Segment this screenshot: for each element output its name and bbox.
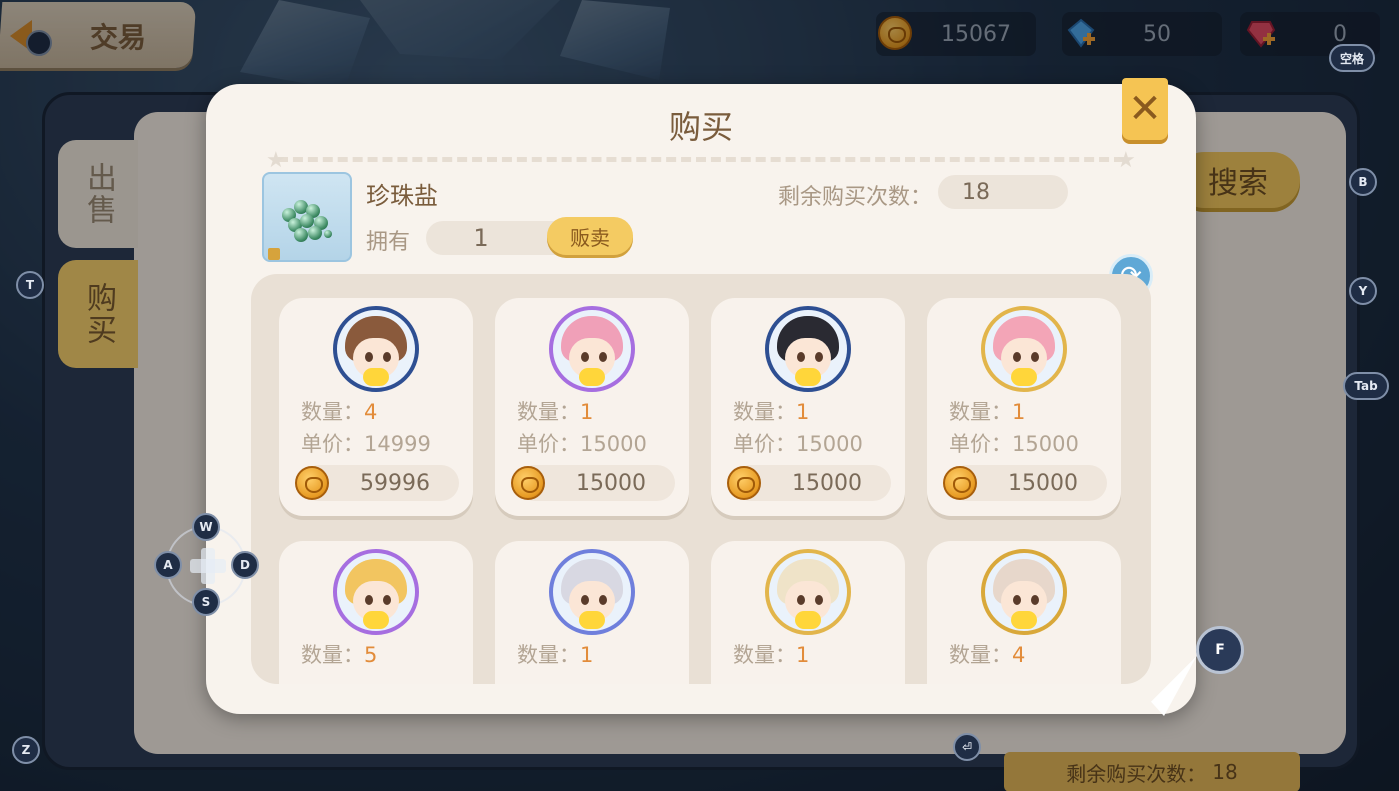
listing-card[interactable]: 数量：1 单价：15000 15000 — [495, 298, 689, 516]
quantity-text: 数量：1 — [517, 643, 594, 667]
quantity-text: 数量：4 — [301, 400, 378, 424]
coin-icon — [295, 466, 329, 500]
unit-price-text: 单价：15000 — [517, 432, 647, 456]
key-hint-d: D — [231, 551, 259, 579]
key-hint-w: W — [192, 513, 220, 541]
quantity-text: 数量：1 — [733, 643, 810, 667]
remaining-purchases-label: 剩余购买次数： — [778, 185, 933, 210]
sell-button[interactable]: 贩卖 — [547, 217, 633, 255]
seller-avatar — [333, 306, 419, 392]
key-hint-a: A — [154, 551, 182, 579]
buy-modal: 购买 ✕ ★ ★ 珍珠盐 拥有 1 贩卖 剩余购买次数： 18 ⟳ 数量：4 单… — [206, 78, 1196, 714]
key-hint-b: B — [1349, 168, 1377, 196]
listing-card[interactable]: 数量：1 — [495, 541, 689, 684]
item-name: 珍珠盐 — [366, 182, 438, 210]
listing-card[interactable]: 数量：1 — [711, 541, 905, 684]
coin-icon — [943, 466, 977, 500]
seller-avatar — [765, 306, 851, 392]
seller-avatar — [765, 549, 851, 635]
listing-card[interactable]: 数量：1 单价：15000 15000 — [711, 298, 905, 516]
star-icon: ★ — [1116, 148, 1136, 173]
divider — [278, 157, 1124, 162]
rarity-star-icon — [268, 248, 280, 260]
close-button[interactable]: ✕ — [1122, 78, 1168, 140]
listing-card[interactable]: 数量：1 单价：15000 15000 — [927, 298, 1121, 516]
key-hint-enter: ⏎ — [953, 733, 981, 761]
quantity-text: 数量：1 — [517, 400, 594, 424]
key-hint-t: T — [16, 271, 44, 299]
dpad-cross-icon — [201, 548, 215, 584]
key-hint-tab: Tab — [1343, 372, 1389, 400]
seller-avatar — [549, 549, 635, 635]
owned-label: 拥有 — [366, 230, 411, 255]
key-hint-z: Z — [12, 736, 40, 764]
quantity-text: 数量：5 — [301, 643, 378, 667]
unit-price-text: 单价：15000 — [949, 432, 1079, 456]
seller-avatar — [333, 549, 419, 635]
listing-card[interactable]: 数量：5 — [279, 541, 473, 684]
quantity-text: 数量：1 — [733, 400, 810, 424]
modal-title: 购买 — [668, 108, 733, 146]
listings-grid[interactable]: 数量：4 单价：14999 59996 数量：1 单价：15000 15000 … — [251, 274, 1151, 684]
seller-avatar — [981, 306, 1067, 392]
quantity-text: 数量：1 — [949, 400, 1026, 424]
coin-icon — [727, 466, 761, 500]
remaining-purchases-value: 18 — [938, 175, 1068, 209]
key-hint-s: S — [192, 588, 220, 616]
coin-icon — [511, 466, 545, 500]
quantity-text: 数量：4 — [949, 643, 1026, 667]
key-hint-f[interactable]: F — [1196, 626, 1244, 674]
listing-card[interactable]: 数量：4 — [927, 541, 1121, 684]
key-hint-y: Y — [1349, 277, 1377, 305]
seller-avatar — [981, 549, 1067, 635]
unit-price-text: 单价：15000 — [733, 432, 863, 456]
key-hint-space: 空格 — [1329, 44, 1375, 72]
close-icon: ✕ — [1128, 86, 1162, 132]
unit-price-text: 单价：14999 — [301, 432, 431, 456]
listing-card[interactable]: 数量：4 单价：14999 59996 — [279, 298, 473, 516]
star-icon: ★ — [266, 148, 286, 173]
seller-avatar — [549, 306, 635, 392]
pearl-salt-icon — [262, 172, 352, 262]
